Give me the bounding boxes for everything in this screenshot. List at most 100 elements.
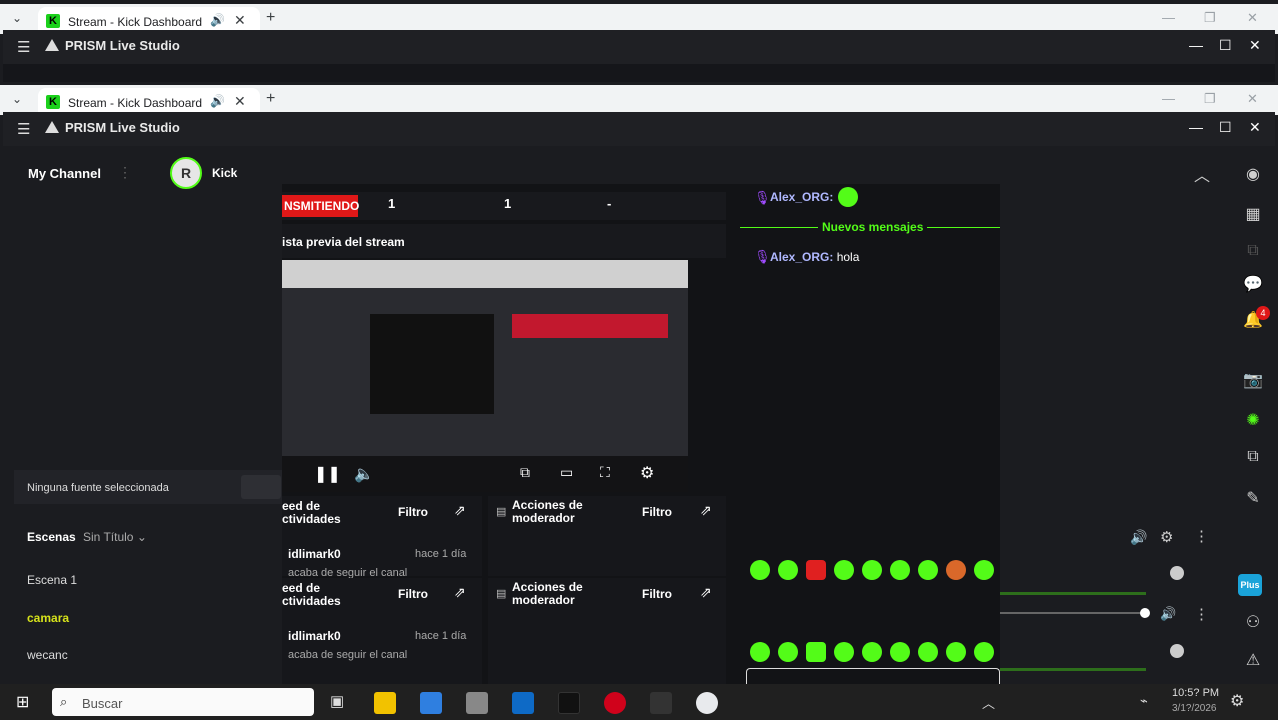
clock-date[interactable]: 3/1?/2026 <box>1172 703 1217 714</box>
channel-more-icon[interactable]: ⋮ <box>118 164 132 181</box>
store-icon[interactable] <box>512 692 534 714</box>
restore-icon[interactable]: ❐ <box>1204 10 1216 26</box>
emote-icon[interactable] <box>834 642 854 662</box>
minimize-button[interactable]: — <box>1189 37 1203 53</box>
new-tab-button[interactable]: + <box>266 9 275 27</box>
scene-item-active[interactable]: camara <box>27 611 69 625</box>
start-icon[interactable]: ⊞ <box>16 692 29 712</box>
copy-icon[interactable]: ⧉ <box>1240 242 1266 260</box>
popout-icon[interactable]: ⇗ <box>454 584 466 601</box>
tiktok-icon[interactable] <box>558 692 580 714</box>
pip-icon[interactable]: ⧉ <box>520 464 530 481</box>
chat-input[interactable] <box>746 668 1000 684</box>
maximize-button[interactable]: ☐ <box>1219 119 1232 136</box>
emote-icon[interactable] <box>806 560 826 580</box>
volume-slider[interactable] <box>1000 612 1146 614</box>
emote-icon[interactable] <box>946 560 966 580</box>
mixer-more-icon[interactable]: ⋮ <box>1194 527 1209 545</box>
tab-close-icon[interactable]: ✕ <box>234 12 246 29</box>
new-tab-button[interactable]: + <box>266 90 275 108</box>
filter-button[interactable]: Filtro <box>642 587 672 601</box>
volume-icon[interactable]: 🔈 <box>354 464 374 484</box>
mute-toggle[interactable] <box>1170 566 1184 580</box>
emote-icon[interactable] <box>778 560 798 580</box>
file-explorer-icon[interactable] <box>374 692 396 714</box>
mute-toggle[interactable] <box>1170 644 1184 658</box>
filter-button[interactable]: Filtro <box>398 587 428 601</box>
minimize-icon[interactable]: — <box>1162 10 1175 25</box>
emote-icon[interactable] <box>890 560 910 580</box>
emote-icon[interactable] <box>750 642 770 662</box>
close-button[interactable]: ✕ <box>1249 37 1261 54</box>
close-icon[interactable]: ✕ <box>1247 91 1258 107</box>
popout-icon[interactable]: ⇗ <box>454 502 466 519</box>
maximize-button[interactable]: ☐ <box>1219 37 1232 54</box>
mixer-more-icon[interactable]: ⋮ <box>1194 605 1209 623</box>
close-button[interactable]: ✕ <box>1249 119 1261 136</box>
chat-icon[interactable]: 💬 <box>1240 274 1266 294</box>
popout-icon[interactable]: ⇗ <box>700 502 712 519</box>
clock-time[interactable]: 10:5? PM <box>1172 687 1219 699</box>
menu-icon[interactable]: ☰ <box>17 38 30 56</box>
emote-icon[interactable] <box>974 560 994 580</box>
channel-label[interactable]: My Channel <box>28 166 101 181</box>
scene-collection-dropdown[interactable]: Sin Título ⌄ <box>83 530 147 544</box>
chrome-icon[interactable] <box>696 692 718 714</box>
volume-icon[interactable]: 🔊 <box>1160 606 1176 622</box>
emote-icon[interactable] <box>750 560 770 580</box>
edge-icon[interactable] <box>420 692 442 714</box>
prism-app-icon[interactable] <box>650 692 672 714</box>
volume-slider-handle[interactable] <box>1140 608 1150 618</box>
effects-icon[interactable]: ✺ <box>1240 410 1266 430</box>
scene-item[interactable]: Escena 1 <box>27 573 77 587</box>
layout-icon[interactable]: ▦ <box>1240 204 1266 224</box>
task-view-icon[interactable]: ▣ <box>330 692 344 710</box>
stack-icon[interactable]: ⧉ <box>1240 448 1266 466</box>
search-box[interactable]: ⌕ Buscar <box>52 688 314 716</box>
stream-preview-video[interactable]: ❚❚ 🔈 ⧉ ▭ ⛶ ⚙ <box>282 260 688 492</box>
draw-icon[interactable]: ✎ <box>1240 488 1266 508</box>
tab-close-icon[interactable]: ✕ <box>234 93 246 110</box>
tray-chevron-icon[interactable]: ︿ <box>982 693 995 712</box>
chat-username[interactable]: Alex_ORG: <box>770 190 833 204</box>
emote-icon[interactable] <box>834 560 854 580</box>
collapse-chevron-icon[interactable]: ︿ <box>1194 162 1210 186</box>
plugin-icon[interactable]: ⚇ <box>1240 612 1266 632</box>
app-icon[interactable] <box>466 692 488 714</box>
close-icon[interactable]: ✕ <box>1247 10 1258 26</box>
emote-icon[interactable] <box>946 642 966 662</box>
menu-icon[interactable]: ☰ <box>17 120 30 138</box>
filter-button[interactable]: Filtro <box>398 505 428 519</box>
browser-tab[interactable]: K Stream - Kick Dashboard 🔊 ✕ <box>38 88 260 115</box>
emote-icon[interactable] <box>862 560 882 580</box>
emote-icon[interactable] <box>862 642 882 662</box>
pause-icon[interactable]: ❚❚ <box>314 464 341 484</box>
speaker-icon[interactable]: 🔊 <box>210 94 225 108</box>
camera-icon[interactable]: 📷 <box>1240 370 1266 390</box>
emote-icon[interactable] <box>918 642 938 662</box>
emote-icon[interactable] <box>806 642 826 662</box>
emote-icon[interactable] <box>890 642 910 662</box>
opera-icon[interactable] <box>604 692 626 714</box>
minimize-button[interactable]: — <box>1189 119 1203 135</box>
popout-icon[interactable]: ⇗ <box>700 584 712 601</box>
tab-list-chevron-icon[interactable]: ⌄ <box>12 11 22 25</box>
filter-button[interactable]: Filtro <box>642 505 672 519</box>
tab-list-chevron-icon[interactable]: ⌄ <box>12 92 22 106</box>
globe-icon[interactable]: ◉ <box>1240 164 1266 184</box>
restore-icon[interactable]: ❐ <box>1204 91 1216 107</box>
theater-icon[interactable]: ▭ <box>560 464 573 481</box>
plus-badge[interactable]: Plus <box>1238 574 1262 596</box>
avatar[interactable]: R <box>170 157 202 189</box>
settings-gear-icon[interactable]: ⚙ <box>1230 691 1244 711</box>
minimize-icon[interactable]: — <box>1162 91 1175 106</box>
fullscreen-icon[interactable]: ⛶ <box>600 464 610 481</box>
emote-icon[interactable] <box>918 560 938 580</box>
volume-icon[interactable]: 🔊 <box>1130 529 1147 546</box>
mixer-settings-gear-icon[interactable]: ⚙ <box>1160 528 1173 546</box>
emote-icon[interactable] <box>778 642 798 662</box>
network-icon[interactable]: ⌁ <box>1140 693 1148 709</box>
settings-gear-icon[interactable]: ⚙ <box>640 463 654 483</box>
speaker-icon[interactable]: 🔊 <box>210 13 225 27</box>
properties-button[interactable] <box>241 475 281 499</box>
